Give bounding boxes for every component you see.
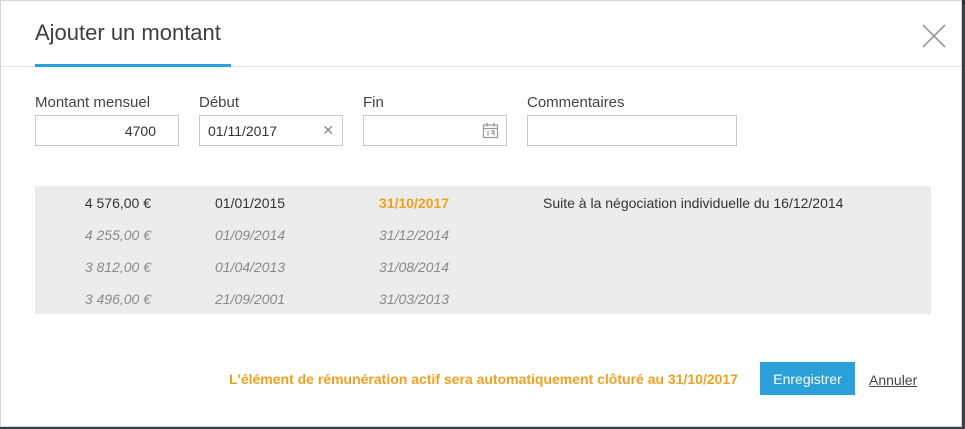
montant-input[interactable] <box>36 116 178 145</box>
end-date-cell: 31/12/2014 <box>379 227 450 243</box>
add-amount-dialog: Ajouter un montant Montant mensuel Début… <box>0 0 962 427</box>
start-date-cell: 21/09/2001 <box>215 291 286 307</box>
amount-cell: 3 812,00 € <box>84 259 151 275</box>
commentaires-field-wrapper <box>527 115 737 146</box>
clear-icon[interactable]: ✕ <box>322 122 334 139</box>
comment-cell: Suite à la négociation individuelle du 1… <box>543 195 844 211</box>
fin-label: Fin <box>363 94 384 111</box>
title-underline <box>35 64 231 67</box>
amount-history-table: 4 576,00 € 01/01/2015 31/10/2017 Suite à… <box>35 186 931 314</box>
end-date-cell: 31/10/2017 <box>379 195 450 211</box>
debut-date-input[interactable] <box>200 116 342 145</box>
end-date-cell: 31/03/2013 <box>379 291 450 307</box>
start-date-cell: 01/04/2013 <box>215 259 286 275</box>
amount-cell: 4 576,00 € <box>84 195 151 211</box>
table-row: 4 255,00 € 01/09/2014 31/12/2014 <box>35 218 931 250</box>
amount-cell: 4 255,00 € <box>84 227 151 243</box>
amount-cell: 3 496,00 € <box>84 291 151 307</box>
end-date-cell: 31/08/2014 <box>379 259 450 275</box>
montant-label: Montant mensuel <box>35 94 151 111</box>
commentaires-label: Commentaires <box>527 94 625 111</box>
commentaires-input[interactable] <box>528 116 736 145</box>
fin-field-wrapper <box>363 115 507 146</box>
table-row: 3 812,00 € 01/04/2013 31/08/2014 <box>35 250 931 282</box>
close-icon <box>922 24 946 48</box>
save-button[interactable]: Enregistrer <box>760 362 855 395</box>
debut-field-wrapper: ✕ <box>199 115 343 146</box>
start-date-cell: 01/09/2014 <box>215 227 286 243</box>
table-row: 3 496,00 € 21/09/2001 31/03/2013 <box>35 282 931 314</box>
close-button[interactable] <box>921 23 947 49</box>
montant-field-wrapper <box>35 115 179 146</box>
start-date-cell: 01/01/2015 <box>215 195 286 211</box>
debut-label: Début <box>199 94 240 111</box>
cancel-link[interactable]: Annuler <box>869 372 917 388</box>
dialog-title: Ajouter un montant <box>35 20 221 45</box>
calendar-icon[interactable] <box>482 122 499 142</box>
closure-warning: L'élément de rémunération actif sera aut… <box>228 371 738 387</box>
table-row: 4 576,00 € 01/01/2015 31/10/2017 Suite à… <box>35 186 931 218</box>
dialog-header: Ajouter un montant <box>1 1 961 67</box>
